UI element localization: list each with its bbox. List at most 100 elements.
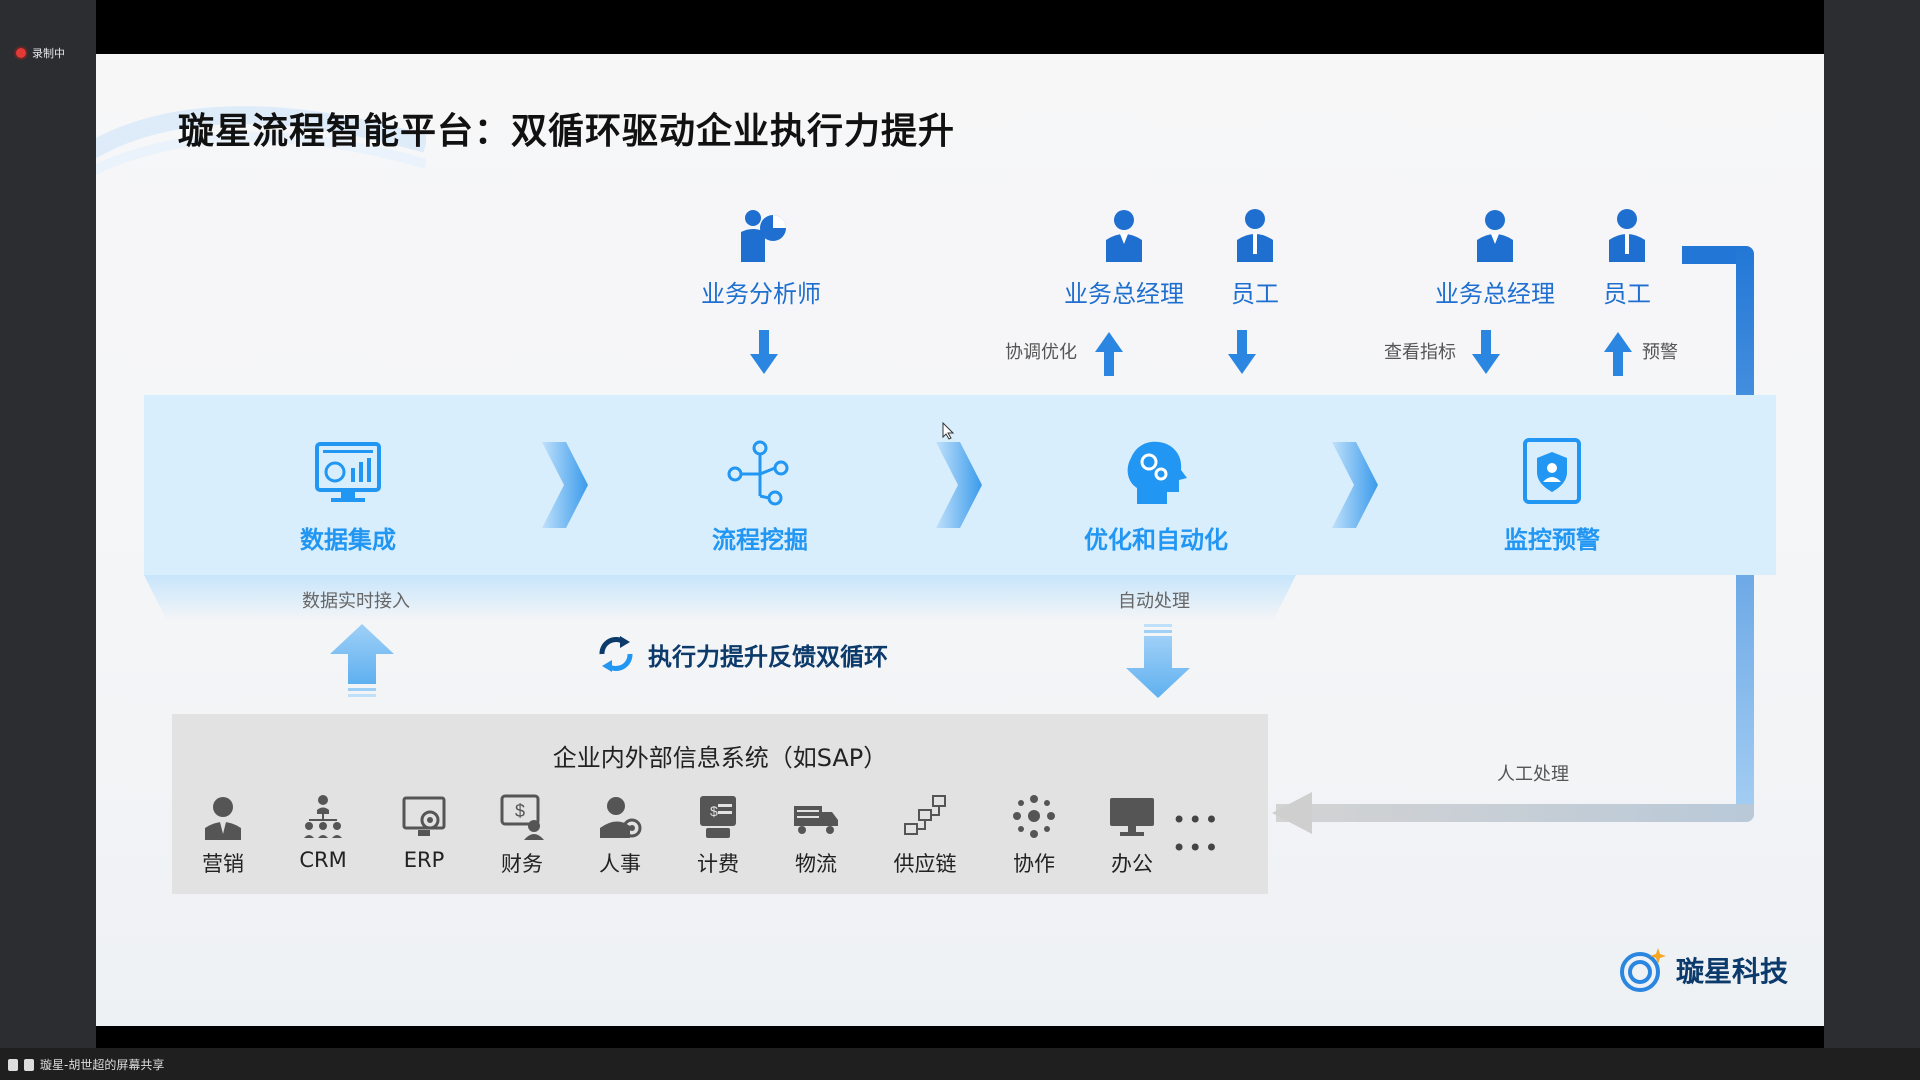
stage-process-mining: 流程挖掘 [660, 438, 860, 555]
left-panel: 录制中 [0, 0, 96, 1080]
system-item-marketing: 营销 [183, 794, 263, 878]
loop-top-connector [1682, 246, 1736, 264]
system-item-collaboration: 协作 [994, 794, 1074, 878]
system-item-office: 办公 [1092, 794, 1172, 878]
crm-icon [304, 795, 342, 838]
role-employee-1: 员工 [1180, 204, 1330, 309]
system-item-logistics: 物流 [776, 794, 856, 878]
feedback-loop: 执行力提升反馈双循环 [594, 634, 888, 674]
chevron-right-icon [936, 442, 982, 528]
system-label: CRM [299, 848, 347, 872]
screen-share-label: 璇星-胡世超的屏幕共享 [40, 1058, 165, 1072]
system-item-finance: $ 财务 [482, 794, 562, 878]
stage-label: 数据集成 [300, 526, 396, 554]
logistics-icon [794, 806, 838, 834]
recording-dot-icon [16, 48, 26, 58]
system-item-erp: ERP [384, 794, 464, 872]
stage-label: 监控预警 [1504, 526, 1600, 554]
erp-icon [402, 796, 446, 836]
role-general-manager-1: 业务总经理 [1049, 204, 1199, 309]
hr-icon [600, 797, 642, 838]
svg-text:$: $ [515, 801, 525, 821]
screen-share-bar: 璇星-胡世超的屏幕共享 [0, 1048, 1920, 1080]
role-label: 业务总经理 [1064, 280, 1184, 308]
system-label: 计费 [697, 852, 739, 876]
annotation-warning: 预警 [1642, 342, 1678, 363]
svg-text:$: $ [710, 803, 718, 819]
process-mining-icon [727, 440, 789, 506]
annotation-coordinate: 协调优化 [1005, 342, 1077, 363]
marketing-icon [205, 797, 241, 840]
arrow-left-icon [1272, 792, 1312, 834]
finance-icon: $ [500, 794, 544, 840]
manager-icon [1106, 210, 1142, 262]
stage-data-integration: 数据集成 [248, 438, 448, 555]
stage-label: 优化和自动化 [1084, 526, 1228, 554]
arrow-down-icon [750, 330, 778, 374]
data-integration-icon [315, 442, 381, 502]
system-label: ERP [403, 848, 445, 872]
enterprise-systems-panel: 企业内外部信息系统（如SAP） 营销 CRM ERP $ 财务 人事 $ 计费 … [172, 714, 1268, 894]
system-label: 办公 [1111, 852, 1153, 876]
chevron-right-icon [542, 442, 588, 528]
arrow-up-icon [1604, 332, 1632, 376]
stage-monitor-alert: 监控预警 [1452, 438, 1652, 555]
analyst-icon [741, 210, 786, 262]
supply-chain-icon [904, 795, 946, 835]
stage-label: 流程挖掘 [712, 526, 808, 554]
system-label: 物流 [795, 852, 837, 876]
microphone-icon [8, 1058, 18, 1071]
system-item-billing: $ 计费 [678, 794, 758, 878]
annotation-auto-process: 自动处理 [1118, 591, 1190, 612]
chevron-right-icon [1332, 442, 1378, 528]
system-item-supply-chain: 供应链 [885, 794, 965, 878]
arrow-down-icon [1472, 330, 1500, 374]
role-label: 业务分析师 [701, 280, 821, 308]
more-systems-ellipsis: ••• ••• [1172, 806, 1221, 862]
role-general-manager-2: 业务总经理 [1420, 204, 1570, 309]
office-icon [1110, 798, 1154, 836]
brand-name: 璇星科技 [1676, 955, 1789, 988]
brand-logo-icon [1620, 948, 1666, 992]
slide-title: 璇星流程智能平台：双循环驱动企业执行力提升 [178, 111, 956, 152]
system-label: 营销 [202, 852, 244, 876]
role-business-analyst: 业务分析师 [686, 204, 836, 309]
systems-title: 企业内外部信息系统（如SAP） [552, 744, 888, 772]
system-item-hr: 人事 [580, 794, 660, 878]
big-arrow-down-icon [1126, 624, 1190, 698]
billing-icon: $ [700, 796, 736, 838]
annotation-data-realtime: 数据实时接入 [302, 591, 410, 612]
system-label: 供应链 [893, 852, 957, 876]
optimize-automation-icon [1127, 441, 1187, 504]
recording-indicator: 录制中 [16, 45, 65, 61]
employee-icon [1237, 209, 1273, 262]
system-label: 协作 [1013, 852, 1055, 876]
manager-icon [1477, 210, 1513, 262]
big-arrow-up-icon [330, 624, 394, 697]
role-employee-2: 员工 [1552, 204, 1702, 309]
system-item-crm: CRM [283, 794, 363, 872]
stage-optimize-automation: 优化和自动化 [1056, 438, 1256, 555]
right-panel [1824, 0, 1920, 1080]
loop-bottom-connector [1276, 804, 1754, 822]
role-label: 员工 [1603, 280, 1651, 308]
mouse-cursor-icon [942, 422, 954, 440]
role-label: 员工 [1231, 280, 1279, 308]
refresh-cycle-icon [599, 636, 633, 672]
recording-label: 录制中 [32, 47, 65, 60]
employee-icon [1609, 209, 1645, 262]
arrow-down-icon [1228, 330, 1256, 374]
annotation-manual-process: 人工处理 [1497, 764, 1569, 785]
monitor-alert-icon [1523, 438, 1581, 504]
system-label: 人事 [599, 852, 641, 876]
feedback-loop-label: 执行力提升反馈双循环 [648, 642, 888, 671]
role-label: 业务总经理 [1435, 280, 1555, 308]
collaboration-icon [1013, 795, 1055, 838]
screen-share-indicator: 璇星-胡世超的屏幕共享 [8, 1056, 164, 1073]
screen-share-icon [24, 1058, 34, 1071]
annotation-view-metrics: 查看指标 [1384, 342, 1456, 363]
brand-logo: 璇星科技 [1618, 946, 1788, 994]
presentation-slide: 璇星流程智能平台：双循环驱动企业执行力提升 业务分析师 业务总经理 员工 业务总… [96, 54, 1824, 1026]
system-label: 财务 [501, 852, 543, 876]
arrow-up-icon [1095, 332, 1123, 376]
